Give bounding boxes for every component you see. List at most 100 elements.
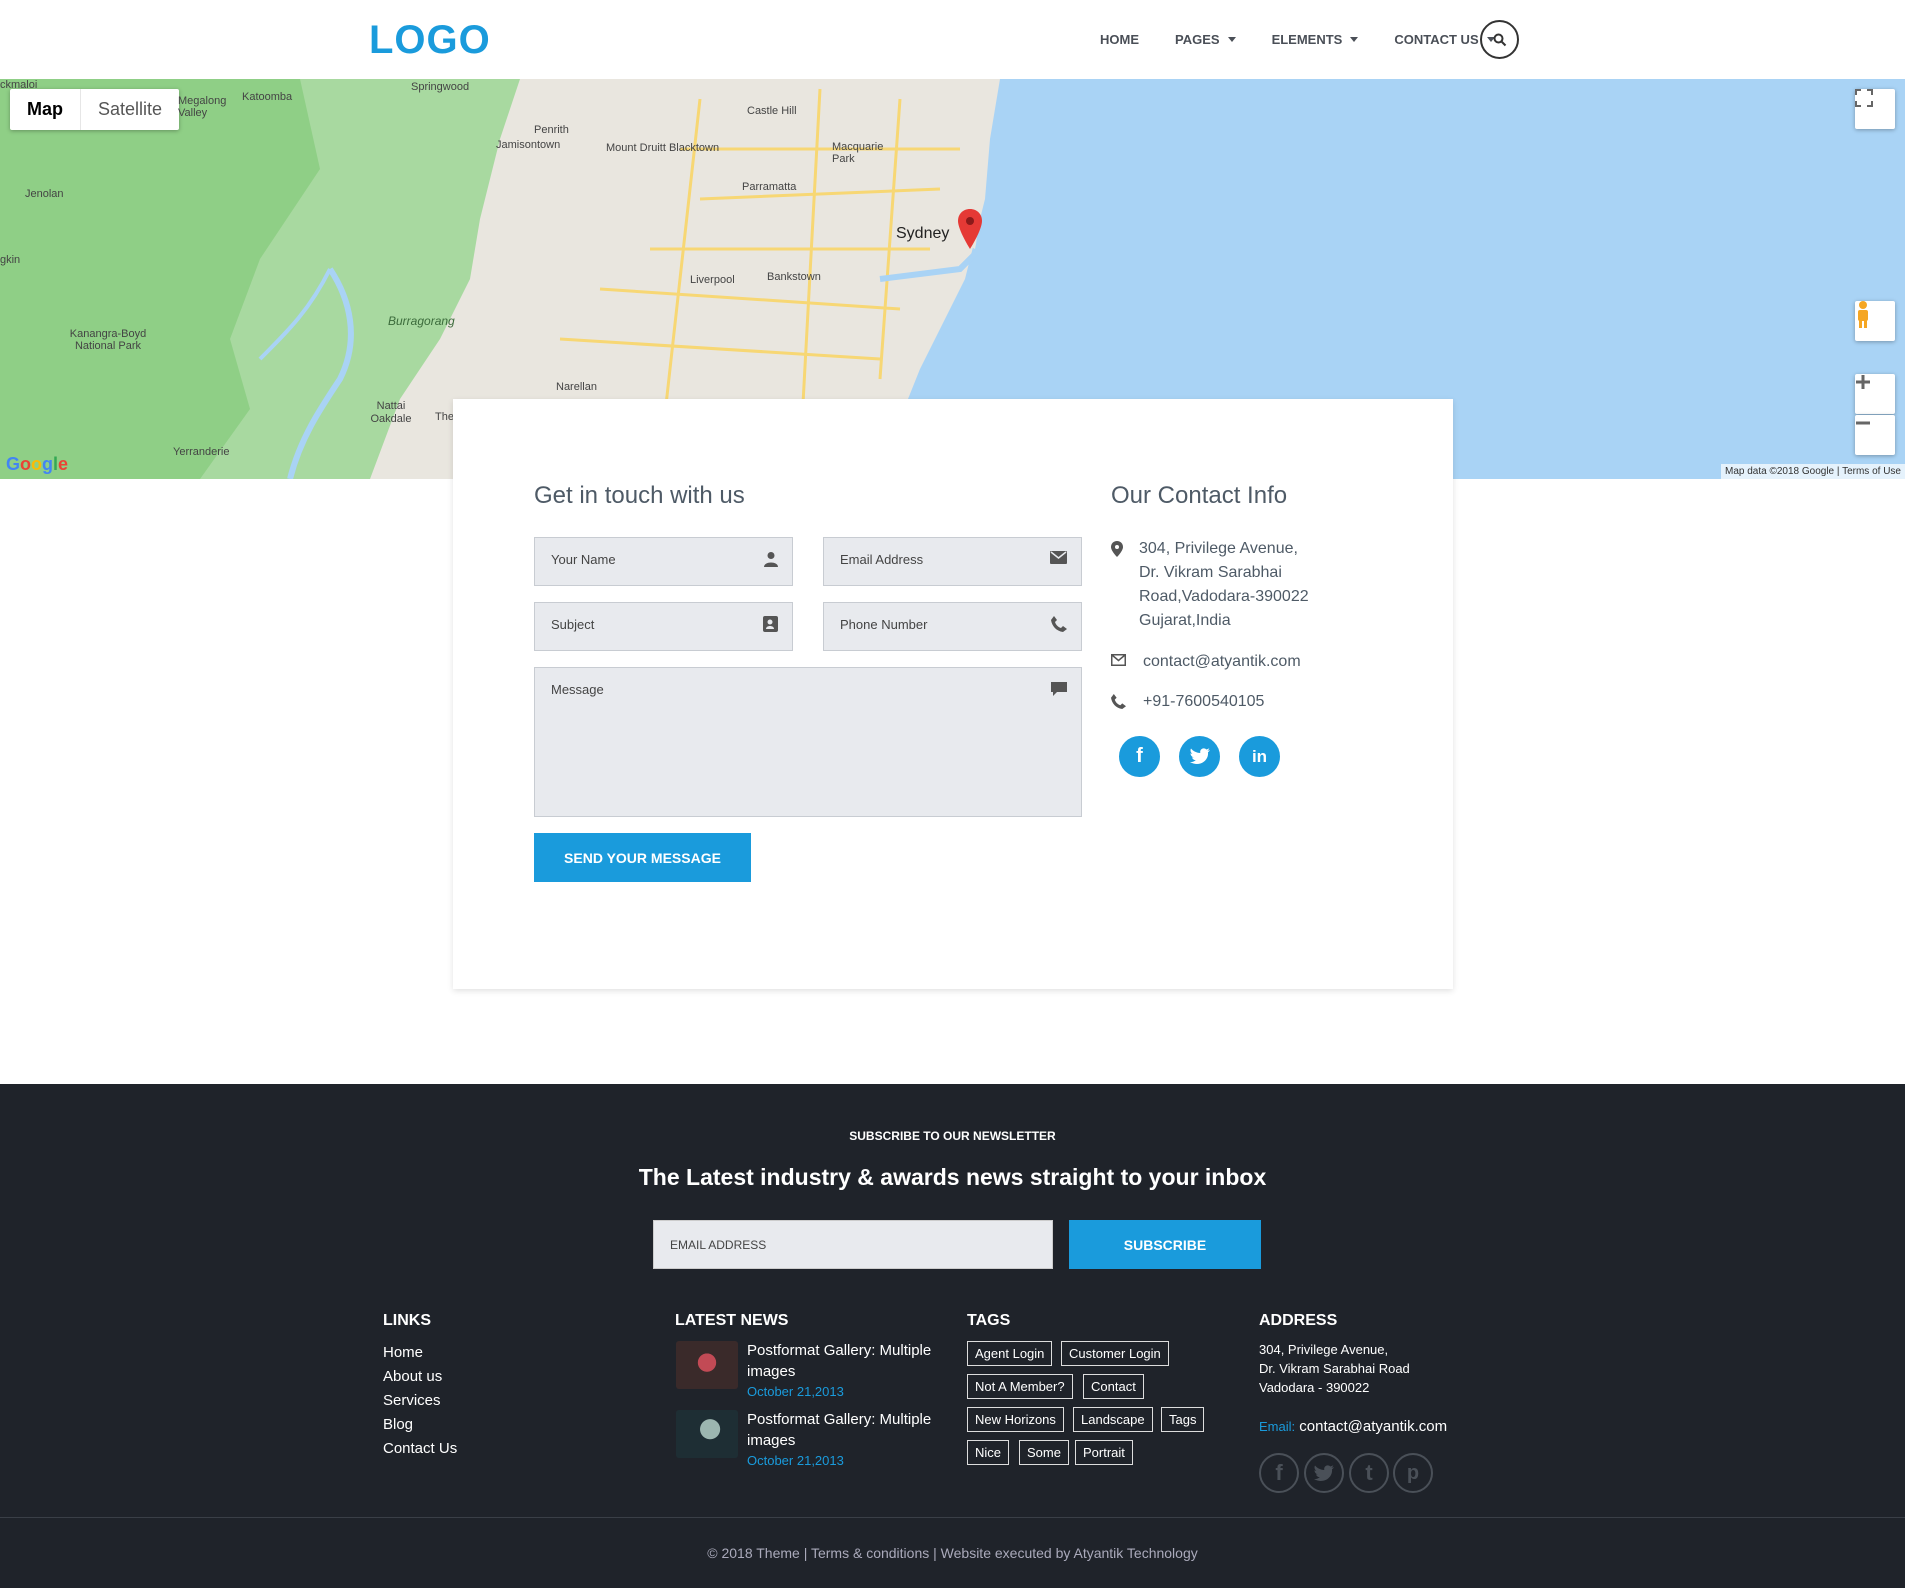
tag[interactable]: New Horizons — [967, 1407, 1064, 1432]
tag[interactable]: Portrait — [1075, 1440, 1133, 1465]
subscribe-button[interactable]: SUBSCRIBE — [1069, 1220, 1261, 1269]
nav-elements[interactable]: ELEMENTS — [1272, 32, 1359, 47]
footer-tumblr-button[interactable]: t — [1349, 1453, 1389, 1493]
contact-phone[interactable]: +91-7600540105 — [1111, 690, 1264, 714]
contact-email[interactable]: contact@atyantik.com — [1111, 650, 1301, 674]
footer-address-line: 304, Privilege Avenue, — [1259, 1342, 1389, 1357]
footer-twitter-button[interactable] — [1304, 1453, 1344, 1493]
linkedin-button[interactable]: in — [1239, 736, 1280, 777]
news-thumbnail[interactable] — [676, 1341, 738, 1389]
zoom-out-button[interactable] — [1855, 415, 1895, 455]
footer-address-line: Dr. Vikram Sarabhai Road — [1259, 1361, 1410, 1376]
fullscreen-icon — [1855, 89, 1873, 107]
newsletter-label: SUBSCRIBE TO OUR NEWSLETTER — [849, 1129, 1056, 1143]
facebook-button[interactable]: f — [1119, 736, 1160, 777]
tag[interactable]: Contact — [1083, 1374, 1144, 1399]
map-label: The — [435, 411, 454, 423]
email-field[interactable]: Email Address — [823, 537, 1082, 586]
message-field[interactable]: Message — [534, 667, 1082, 817]
newsletter-email-placeholder: EMAIL ADDRESS — [670, 1238, 767, 1252]
tags-heading: TAGS — [967, 1312, 1011, 1329]
tag[interactable]: Customer Login — [1061, 1341, 1169, 1366]
map-label: Megalong Valley — [178, 95, 227, 119]
fullscreen-button[interactable] — [1855, 89, 1895, 129]
footer-link-home[interactable]: Home — [383, 1344, 423, 1361]
google-logo: Google — [6, 454, 69, 474]
copyright: © 2018 Theme | Terms & conditions | Webs… — [707, 1545, 1198, 1561]
footer-link-contact[interactable]: Contact Us — [383, 1440, 457, 1457]
tumblr-icon: t — [1365, 1460, 1373, 1485]
pegman-icon — [1858, 301, 1868, 328]
twitter-icon — [1189, 748, 1210, 765]
envelope-outline-icon — [1111, 654, 1126, 666]
footer-link-blog[interactable]: Blog — [383, 1416, 413, 1433]
map-label: ckmaloi — [0, 79, 38, 91]
address-line: 304, Privilege Avenue, — [1139, 540, 1298, 557]
subject-field[interactable]: Subject — [534, 602, 793, 651]
main-nav: HOME PAGES ELEMENTS CONTACT US — [1100, 0, 1531, 79]
twitter-button[interactable] — [1179, 736, 1220, 777]
tag[interactable]: Some — [1019, 1440, 1069, 1465]
tag[interactable]: Tags — [1161, 1407, 1205, 1432]
form-title: Get in touch with us — [534, 482, 745, 509]
map-type-map-button[interactable]: Map — [10, 89, 80, 130]
footer-address-line: Vadodara - 390022 — [1259, 1380, 1370, 1395]
nav-pages[interactable]: PAGES — [1175, 32, 1236, 47]
map-label: Burragorang — [388, 314, 455, 328]
news-date: October 21,2013 — [747, 1384, 844, 1399]
facebook-icon: f — [1275, 1460, 1283, 1485]
nav-elements-label: ELEMENTS — [1271, 32, 1343, 47]
email-placeholder: Email Address — [840, 552, 924, 567]
footer-email[interactable]: Email: contact@atyantik.com — [1259, 1417, 1447, 1436]
footer-link-services[interactable]: Services — [383, 1392, 441, 1409]
twitter-icon — [1314, 1464, 1334, 1481]
address-heading: ADDRESS — [1259, 1312, 1338, 1329]
footer-link-about[interactable]: About us — [383, 1368, 442, 1385]
news-thumbnail[interactable] — [676, 1410, 738, 1458]
map-label: Jenolan — [25, 188, 64, 200]
links-heading: LINKS — [383, 1312, 431, 1329]
map-label: Mount Druitt Blacktown — [606, 142, 720, 154]
map-label: Macquarie Park — [832, 141, 884, 165]
nav-home-label: HOME — [1100, 32, 1139, 47]
caret-down-icon — [1350, 37, 1359, 42]
newsletter-email-input[interactable]: EMAIL ADDRESS — [653, 1220, 1053, 1269]
footer-email-value: contact@atyantik.com — [1299, 1418, 1448, 1435]
site-logo[interactable]: LOGO — [369, 18, 491, 63]
tag[interactable]: Nice — [967, 1440, 1010, 1465]
search-button[interactable] — [1480, 20, 1519, 59]
map-label: Bankstown — [767, 271, 821, 283]
footer-facebook-button[interactable]: f — [1259, 1453, 1299, 1493]
zoom-in-button[interactable] — [1855, 374, 1895, 414]
map-type-satellite-button[interactable]: Satellite — [80, 89, 179, 130]
tag[interactable]: Not A Member? — [967, 1374, 1073, 1399]
map-attribution[interactable]: Map data ©2018 Google | Terms of Use — [1721, 464, 1905, 479]
name-field[interactable]: Your Name — [534, 537, 793, 586]
nav-contact-label: CONTACT US — [1394, 32, 1479, 47]
pinterest-icon: p — [1406, 1461, 1420, 1484]
nav-home[interactable]: HOME — [1100, 32, 1139, 47]
map-label-sydney: Sydney — [896, 225, 950, 242]
contact-phone-text: +91-7600540105 — [1143, 693, 1265, 710]
tag[interactable]: Landscape — [1073, 1407, 1153, 1432]
location-pin-icon[interactable] — [958, 209, 982, 249]
map-label: Penrith — [534, 124, 569, 136]
minus-icon — [1856, 421, 1870, 425]
news-title[interactable]: Postformat Gallery: Multiple images — [747, 1409, 947, 1451]
site-header: LOGO HOME PAGES ELEMENTS CONTACT US — [0, 0, 1905, 79]
address-line: Road,Vadodara-390022 — [1139, 588, 1309, 605]
street-view-button[interactable] — [1855, 301, 1895, 341]
map-label: Springwood — [411, 81, 470, 93]
news-title[interactable]: Postformat Gallery: Multiple images — [747, 1340, 947, 1382]
latest-news-heading: LATEST NEWS — [675, 1312, 789, 1329]
map-type-control: Map Satellite — [10, 89, 180, 130]
tag[interactable]: Agent Login — [967, 1341, 1053, 1366]
facebook-icon: f — [1136, 745, 1143, 767]
envelope-icon — [1050, 551, 1067, 564]
phone-field[interactable]: Phone Number — [823, 602, 1082, 651]
contact-address: 304, Privilege Avenue, Dr. Vikram Sarabh… — [1111, 537, 1309, 633]
footer-address: 304, Privilege Avenue, Dr. Vikram Sarabh… — [1259, 1340, 1410, 1397]
send-message-button[interactable]: SEND YOUR MESSAGE — [534, 833, 751, 882]
map-label: Castle Hill — [747, 105, 797, 117]
footer-pinterest-button[interactable]: p — [1393, 1453, 1433, 1493]
